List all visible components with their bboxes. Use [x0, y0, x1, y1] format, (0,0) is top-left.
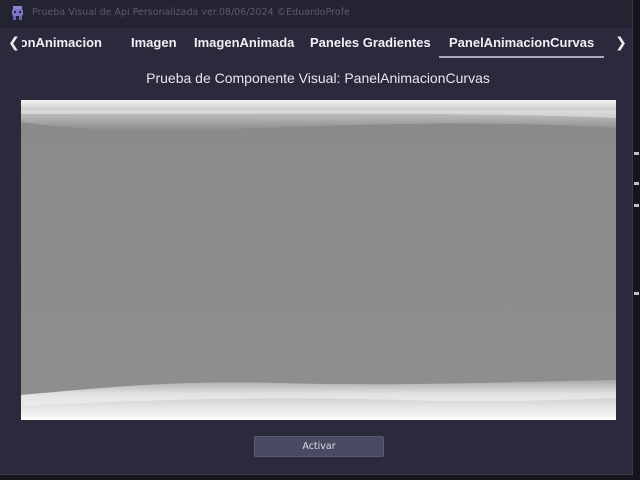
tab-boton-animacion[interactable]: BotonAnimacion: [22, 28, 102, 56]
tab-imagen-animada[interactable]: ImagenAnimada: [194, 28, 294, 56]
chevron-left-icon[interactable]: ❮: [7, 35, 21, 51]
chevron-right-icon[interactable]: ❯: [614, 35, 628, 51]
game-controller-icon: [12, 6, 23, 20]
tab-panel-animacion-curvas[interactable]: PanelAnimacionCurvas: [439, 28, 605, 58]
activate-button[interactable]: Activar: [254, 436, 384, 457]
tab-imagen[interactable]: Imagen: [131, 28, 177, 56]
background-window-edge: [632, 140, 640, 340]
curves-animation-panel: [21, 100, 616, 420]
app-window: Prueba Visual de Api Personalizada ver.0…: [0, 0, 633, 475]
tab-content: Prueba de Componente Visual: PanelAnimac…: [9, 58, 627, 470]
window-title: Prueba Visual de Api Personalizada ver.0…: [32, 7, 350, 18]
title-bar[interactable]: Prueba Visual de Api Personalizada ver.0…: [0, 0, 632, 28]
tabs-viewport: BotonAnimacion Imagen ImagenAnimada Pane…: [22, 28, 612, 58]
tab-bar: ❮ BotonAnimacion Imagen ImagenAnimada Pa…: [0, 28, 632, 58]
curves-canvas: [21, 100, 616, 420]
tab-paneles-gradientes[interactable]: Paneles Gradientes: [310, 28, 431, 56]
page-title: Prueba de Componente Visual: PanelAnimac…: [146, 70, 490, 86]
